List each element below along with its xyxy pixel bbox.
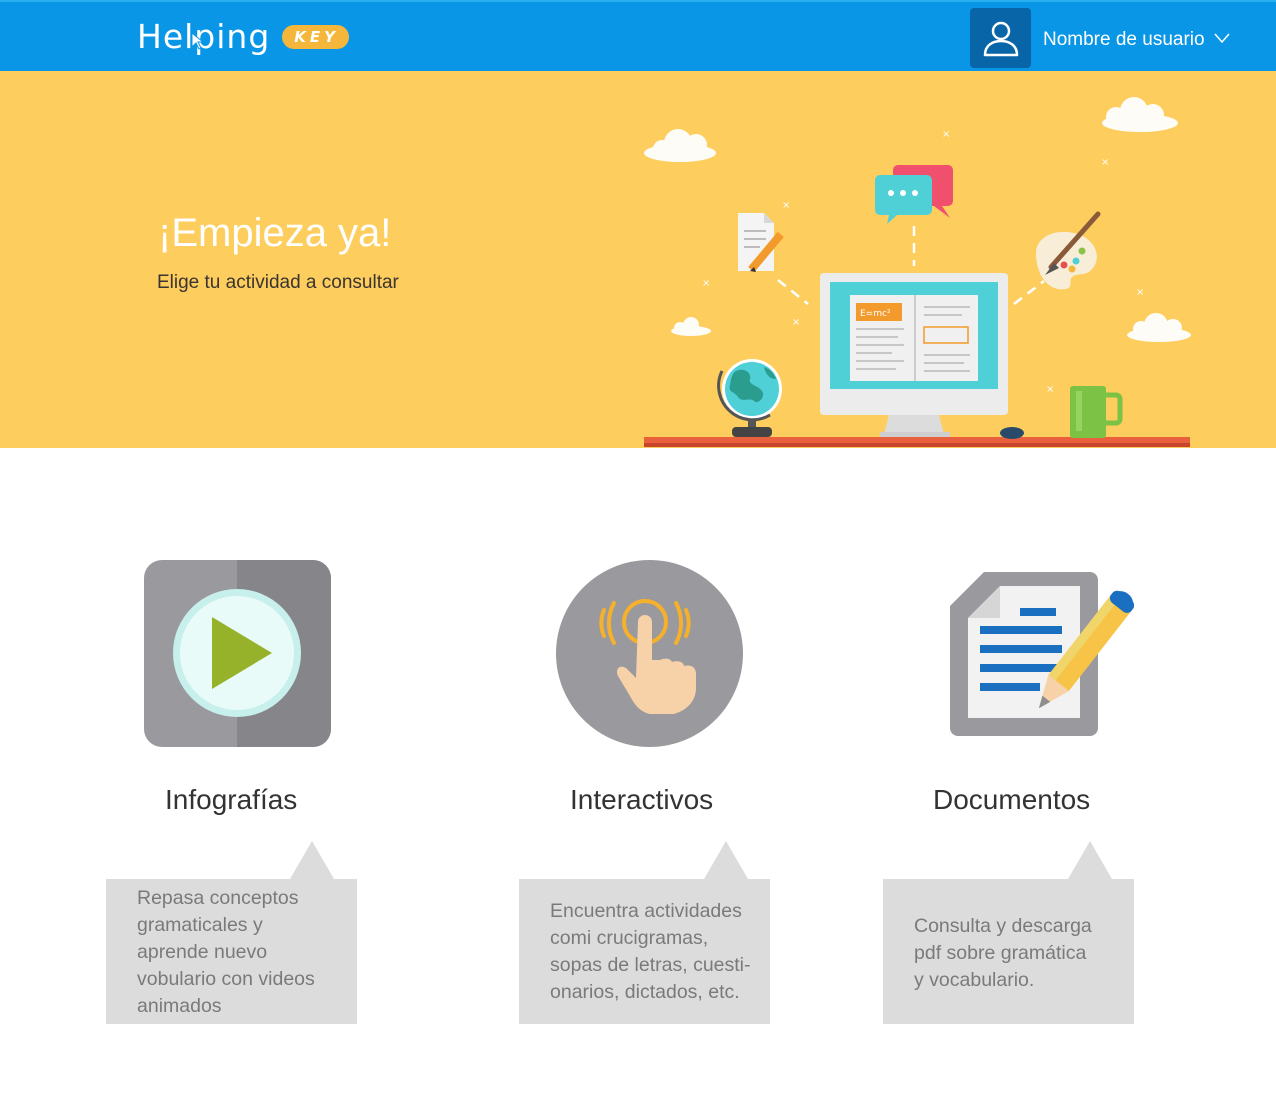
infografias-description-box: Repasa conceptos gramaticales y aprende … [106, 879, 357, 1024]
user-menu[interactable]: Nombre de usuario [1043, 28, 1230, 52]
globe-icon [717, 359, 782, 437]
user-icon [983, 21, 1018, 57]
top-navigation-bar: Helping KEY Nombre de usuario [0, 0, 1276, 71]
user-avatar-button[interactable] [970, 8, 1031, 68]
hero-subtitle: Elige tu actividad a consultar [157, 272, 399, 293]
svg-text:×: × [782, 200, 790, 211]
svg-text:×: × [792, 317, 800, 328]
bubble-pointer [290, 841, 334, 879]
infografias-title[interactable]: Infografías [165, 783, 297, 817]
hero-illustration: × × × × × × × E=mc² [644, 97, 1191, 447]
computer-monitor-icon: E=mc² [820, 273, 1008, 437]
cursor-icon [191, 32, 205, 50]
interactivos-description-box: Encuentra actividades comi crucigramas, … [519, 879, 770, 1024]
description-line: Repasa conceptos [137, 887, 299, 909]
cloud-icon [1102, 97, 1178, 132]
description-line: vobulario con videos [137, 968, 315, 990]
chevron-down-icon [1214, 33, 1230, 44]
user-name-label: Nombre de usuario [1043, 29, 1205, 50]
cloud-icon [644, 129, 716, 162]
description-line: Consulta y descarga [914, 915, 1092, 937]
bubble-pointer [704, 841, 748, 879]
touch-gesture-icon[interactable] [556, 560, 743, 747]
description-line: Encuentra actividades [550, 900, 742, 922]
description-line: sopas de letras, cuesti- [550, 954, 751, 976]
cloud-icon [1127, 313, 1191, 342]
interactivos-description: Encuentra actividades comi crucigramas, … [550, 898, 768, 1006]
hero-title: ¡Empieza ya! [158, 211, 392, 255]
formula-label: E=mc² [860, 309, 891, 319]
mouse-icon [1000, 427, 1024, 439]
bubble-pointer [1068, 841, 1112, 879]
description-line: y vocabulario. [914, 969, 1035, 991]
description-line: comi crucigramas, [550, 927, 709, 949]
hero-banner: ¡Empieza ya! Elige tu actividad a consul… [0, 71, 1276, 448]
chat-bubbles-icon [875, 165, 953, 224]
logo-key-badge: KEY [282, 25, 349, 49]
svg-text:×: × [1136, 287, 1144, 298]
play-video-icon[interactable] [144, 560, 331, 747]
documentos-title[interactable]: Documentos [933, 783, 1090, 817]
documentos-description: Consulta y descarga pdf sobre gramática … [914, 913, 1129, 994]
svg-text:×: × [942, 129, 950, 140]
infografias-description: Repasa conceptos gramaticales y aprende … [137, 885, 352, 1020]
description-line: gramaticales y [137, 914, 263, 936]
paint-palette-icon [1036, 211, 1101, 290]
document-edit-icon[interactable] [950, 572, 1134, 737]
helping-key-logo[interactable]: Helping KEY [137, 14, 349, 58]
svg-text:×: × [1046, 384, 1054, 395]
description-line: pdf sobre gramática [914, 942, 1087, 964]
mug-icon [1070, 386, 1123, 438]
svg-text:×: × [702, 278, 710, 289]
description-line: aprende nuevo [137, 941, 268, 963]
cloud-icon [671, 317, 711, 336]
documentos-description-box: Consulta y descarga pdf sobre gramática … [883, 879, 1134, 1024]
description-line: animados [137, 995, 222, 1017]
interactivos-title[interactable]: Interactivos [570, 783, 713, 817]
svg-text:×: × [1101, 157, 1109, 168]
description-line: onarios, dictados, etc. [550, 981, 740, 1003]
paper-pencil-icon [738, 213, 784, 273]
